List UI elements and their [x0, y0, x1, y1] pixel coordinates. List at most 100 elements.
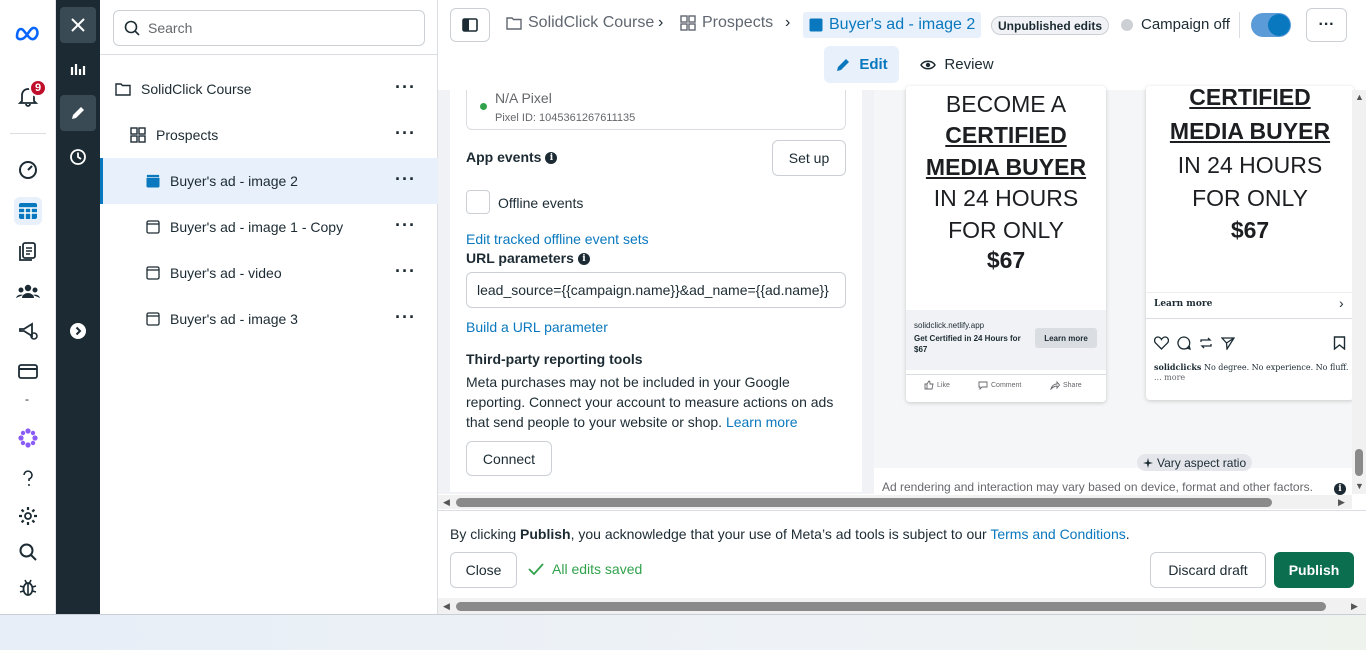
scroll-right-arrow-icon[interactable]: ▶ [1338, 497, 1345, 508]
search-input[interactable]: Search [113, 10, 425, 46]
ad-price: $67 [986, 247, 1026, 273]
tree-item-ad[interactable]: Buyer's ad - image 3 ··· [100, 296, 438, 342]
comment-action[interactable]: Comment [978, 380, 1021, 390]
divider [906, 374, 1106, 375]
eye-icon [920, 60, 937, 69]
share-arrow-icon [1050, 380, 1060, 390]
scroll-left-arrow-icon[interactable]: ◀ [443, 497, 450, 508]
apps-flower-icon[interactable] [14, 424, 42, 452]
scrollbar-thumb[interactable] [456, 602, 1326, 611]
billing-card-icon[interactable] [14, 357, 42, 385]
ad-domain: solidclick.netlify.app [914, 321, 985, 330]
ad-text-line: CERTIFIED [945, 122, 1067, 148]
connect-button[interactable]: Connect [466, 441, 552, 476]
pixel-name: N/A Pixel [495, 90, 552, 106]
scroll-right-arrow-icon[interactable]: ▶ [1351, 601, 1358, 612]
tab-review[interactable]: Review [912, 46, 1002, 83]
instagram-feed-preview[interactable]: CERTIFIED MEDIA BUYER IN 24 HOURS FOR ON… [1146, 86, 1354, 400]
ad-text-line: IN 24 HOURS [1177, 152, 1323, 178]
vary-aspect-ratio-button[interactable]: Vary aspect ratio [1137, 454, 1253, 471]
tree-item-ad-selected[interactable]: Buyer's ad - image 2 ··· [100, 158, 438, 204]
learn-more-cta[interactable]: Learn more [1035, 328, 1097, 348]
audiences-people-icon[interactable] [14, 277, 42, 305]
ad-text-line: FOR ONLY [948, 217, 1064, 243]
os-taskbar [0, 614, 1366, 650]
notification-badge: 9 [29, 79, 47, 97]
expand-chevron-icon[interactable] [60, 313, 96, 349]
report-bug-icon[interactable] [14, 574, 42, 602]
meta-logo-icon[interactable] [14, 19, 42, 47]
history-clock-icon[interactable] [60, 139, 96, 175]
breadcrumb-label: Prospects [702, 14, 774, 31]
ad-text-line: IN 24 HOURS [933, 185, 1079, 211]
send-icon[interactable] [1221, 336, 1235, 350]
offline-events-checkbox[interactable] [466, 190, 490, 214]
preview-vertical-scrollbar[interactable] [1352, 90, 1366, 494]
tree-item-ad[interactable]: Buyer's ad - video ··· [100, 250, 438, 296]
share-label: Share [1063, 381, 1082, 389]
close-editor-button[interactable] [60, 7, 96, 43]
breadcrumb-campaign[interactable]: SolidClick Course [506, 14, 654, 32]
ad-text-line: MEDIA BUYER [1169, 118, 1331, 144]
edit-offline-events-link[interactable]: Edit tracked offline event sets [466, 231, 649, 247]
scroll-down-arrow-icon[interactable]: ▼ [1355, 481, 1364, 491]
more-options-icon[interactable]: ··· [395, 170, 416, 188]
performance-chart-icon[interactable] [60, 51, 96, 87]
scrollbar-thumb[interactable] [1355, 449, 1363, 476]
info-icon[interactable]: i [1330, 480, 1346, 496]
tree-item-ad[interactable]: Buyer's ad - image 1 - Copy ··· [100, 204, 438, 250]
like-action[interactable]: Like [924, 380, 950, 390]
ad-headline: Get Certified in 24 Hours for $67 [914, 334, 1021, 354]
scrollbar-thumb[interactable] [456, 498, 1272, 507]
tree-item-label: Buyer's ad - image 2 [170, 173, 298, 189]
campaign-toggle[interactable] [1251, 13, 1291, 37]
terms-link[interactable]: Terms and Conditions [990, 526, 1125, 542]
settings-gear-icon[interactable] [14, 502, 42, 530]
repost-icon[interactable] [1199, 336, 1213, 350]
scroll-up-arrow-icon[interactable]: ▲ [1355, 92, 1364, 102]
publish-button[interactable]: Publish [1274, 552, 1354, 588]
edit-pencil-icon[interactable] [60, 95, 96, 131]
pages-stack-icon[interactable] [14, 237, 42, 265]
comment-bubble-icon[interactable] [1177, 336, 1191, 350]
discard-draft-button[interactable]: Discard draft [1150, 552, 1266, 588]
heart-icon[interactable] [1154, 336, 1169, 350]
ads-manager-table-icon[interactable] [14, 197, 42, 225]
breadcrumb-adset[interactable]: Prospects [680, 14, 773, 32]
close-button[interactable]: Close [450, 552, 517, 588]
more-options-icon[interactable]: ··· [395, 262, 416, 280]
more-options-icon[interactable]: ··· [395, 124, 416, 142]
more-options-icon[interactable]: ··· [395, 216, 416, 234]
dashboard-gauge-icon[interactable] [14, 156, 42, 184]
info-icon[interactable]: i [577, 253, 590, 266]
learn-more-link[interactable]: Learn more [726, 414, 798, 430]
more-options-icon[interactable]: ··· [395, 308, 416, 326]
search-icon [124, 20, 140, 36]
search-magnifier-icon[interactable] [14, 538, 42, 566]
setup-app-events-button[interactable]: Set up [772, 140, 846, 176]
app-events-heading: App events i [466, 149, 558, 165]
toggle-panel-button[interactable] [450, 8, 490, 42]
tab-edit[interactable]: Edit [824, 46, 899, 83]
campaign-megaphone-icon[interactable] [14, 317, 42, 345]
ad-price: $67 [1230, 217, 1270, 243]
rendering-note: Ad rendering and interaction may vary ba… [882, 480, 1313, 494]
url-parameters-input[interactable]: lead_source={{campaign.name}}&ad_name={{… [466, 272, 846, 308]
info-icon[interactable]: i [545, 152, 558, 165]
ig-cta-label: Learn more [1154, 299, 1213, 309]
search-placeholder: Search [148, 20, 193, 36]
breadcrumb-ad[interactable]: Buyer's ad - image 2 [803, 12, 982, 38]
help-question-icon[interactable] [14, 464, 42, 492]
tree-item-campaign[interactable]: SolidClick Course ··· [100, 66, 438, 112]
tree-item-adset[interactable]: Prospects ··· [100, 112, 438, 158]
ig-more-link[interactable]: ... more [1154, 373, 1185, 382]
comment-icon [978, 381, 988, 390]
more-options-icon[interactable]: ··· [395, 78, 416, 96]
build-url-parameter-link[interactable]: Build a URL parameter [466, 319, 608, 335]
share-action[interactable]: Share [1050, 380, 1082, 390]
tree-divider [100, 54, 438, 55]
facebook-feed-preview[interactable]: BECOME A CERTIFIED MEDIA BUYER IN 24 HOU… [906, 86, 1106, 402]
more-actions-button[interactable]: ··· [1306, 8, 1347, 42]
bookmark-icon[interactable] [1333, 336, 1346, 350]
scroll-left-arrow-icon[interactable]: ◀ [443, 601, 450, 612]
